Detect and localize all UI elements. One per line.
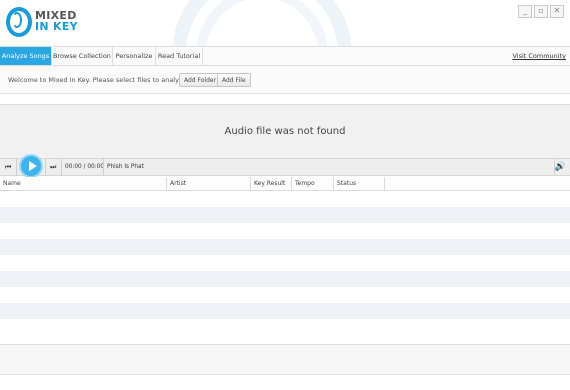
logo-ring-inner-icon — [12, 12, 22, 28]
table-row — [0, 319, 570, 335]
visit-community-link[interactable]: Visit Community — [512, 47, 566, 65]
table-row — [0, 271, 570, 287]
track-title: Phish Is Phat — [107, 164, 144, 170]
close-button[interactable]: ✕ — [550, 5, 564, 18]
maximize-button[interactable]: ▫ — [534, 5, 548, 18]
main-tabs: Analyze Songs Browse Collection Personal… — [0, 46, 570, 66]
volume-icon[interactable]: 🔊 — [555, 159, 566, 175]
play-button[interactable] — [19, 154, 43, 178]
tab-read-tutorial[interactable]: Read Tutorial — [156, 47, 203, 65]
column-header-artist[interactable]: Artist — [167, 177, 251, 190]
table-row — [0, 287, 570, 303]
previous-track-icon[interactable]: ⏮ — [5, 159, 11, 175]
player-status-message: Audio file was not found — [224, 126, 346, 137]
next-track-icon[interactable]: ⏭ — [50, 159, 56, 175]
add-folder-button[interactable]: Add Folder — [179, 73, 222, 87]
title-bar: MIXED IN KEY _ ▫ ✕ — [0, 0, 570, 46]
logo-line-2: IN KEY — [35, 20, 78, 33]
status-bar — [0, 374, 570, 390]
control-divider — [61, 159, 62, 175]
add-file-button[interactable]: Add File — [217, 73, 251, 87]
app-logo: MIXED IN KEY — [6, 7, 80, 39]
column-header-status[interactable]: Status — [334, 177, 385, 190]
tab-browse-collection[interactable]: Browse Collection — [52, 47, 113, 65]
song-table-body[interactable] — [0, 191, 570, 343]
column-header-tempo[interactable]: Tempo — [292, 177, 334, 190]
table-row — [0, 255, 570, 271]
welcome-message: Welcome to Mixed In Key. Please select f… — [8, 76, 189, 84]
minimize-button[interactable]: _ — [518, 5, 532, 18]
player-controls: ⏮ ⏭ 00:00 / 00:00 Phish Is Phat 🔊 — [0, 158, 570, 176]
table-row — [0, 191, 570, 207]
player-display: Audio file was not found — [0, 104, 570, 158]
window-controls: _ ▫ ✕ — [518, 5, 564, 18]
column-header-name[interactable]: Name — [0, 177, 167, 190]
song-table-header: Name Artist Key Result Tempo Status — [0, 177, 570, 191]
tab-personalize[interactable]: Personalize — [113, 47, 156, 65]
logo-wordmark: MIXED IN KEY — [35, 10, 78, 32]
control-divider — [16, 159, 17, 175]
table-row — [0, 239, 570, 255]
column-header-key-result[interactable]: Key Result — [251, 177, 292, 190]
table-row — [0, 223, 570, 239]
bottom-panel — [0, 344, 570, 374]
control-divider — [45, 159, 46, 175]
tab-analyze-songs[interactable]: Analyze Songs — [0, 47, 52, 65]
time-readout: 00:00 / 00:00 — [65, 164, 105, 170]
file-toolbar: Welcome to Mixed In Key. Please select f… — [0, 66, 570, 94]
table-row — [0, 303, 570, 319]
background-ring-decoration-inner — [196, 0, 328, 46]
control-divider — [103, 159, 104, 175]
table-row — [0, 207, 570, 223]
